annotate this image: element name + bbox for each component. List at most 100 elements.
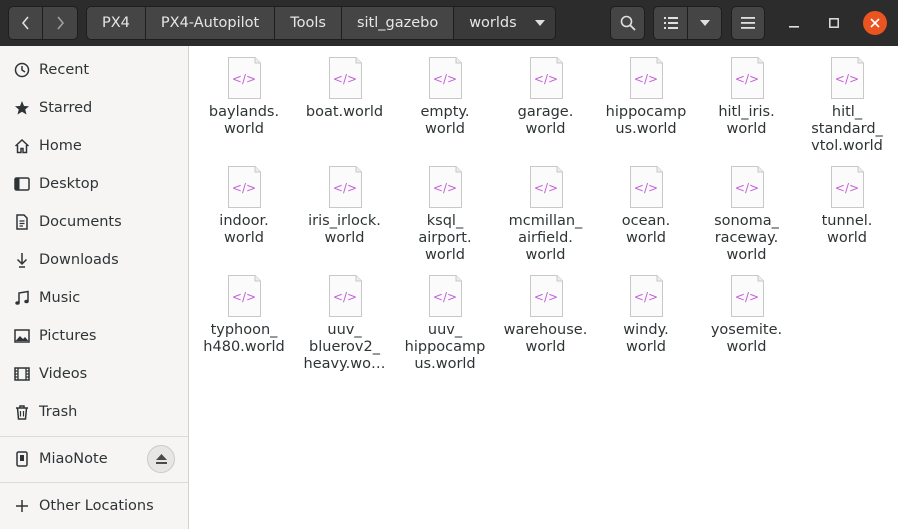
svg-text:</>: </>	[734, 181, 758, 195]
star-icon	[15, 101, 29, 115]
sidebar-item-trash[interactable]: Trash	[0, 393, 188, 431]
minimize-icon	[789, 26, 799, 28]
sidebar-item-downloads[interactable]: Downloads	[0, 241, 188, 279]
xml-file-icon: </>	[630, 57, 663, 99]
sidebar-item-label: Home	[39, 138, 82, 154]
xml-file-icon: </>	[228, 166, 261, 208]
sidebar-item-starred[interactable]: Starred	[0, 89, 188, 127]
sidebar-item-label: Downloads	[39, 252, 119, 268]
file-name: indoor. world	[219, 213, 269, 246]
svg-text:</>: </>	[634, 72, 658, 86]
maximize-button[interactable]	[823, 12, 845, 34]
svg-text:</>: </>	[835, 181, 859, 195]
xml-file-icon: </>	[630, 166, 663, 208]
svg-text:</>: </>	[533, 181, 557, 195]
xml-file-icon: </>	[429, 57, 462, 99]
sidebar-item-label: Starred	[39, 100, 93, 116]
caret-down-icon	[699, 20, 710, 26]
sidebar-item-label: Music	[39, 290, 81, 306]
file-name: uuv_ hippocamp us.world	[404, 322, 486, 372]
breadcrumb-px4-autopilot[interactable]: PX4-Autopilot	[145, 6, 276, 40]
file-name: garage. world	[517, 104, 574, 137]
file-name: hippocamp us.world	[605, 104, 687, 137]
breadcrumb: PX4 PX4-Autopilot Tools sitl_gazebo worl…	[86, 6, 556, 40]
sidebar-item-label: Desktop	[39, 176, 99, 192]
list-view-button[interactable]	[653, 6, 688, 40]
file-name: ocean. world	[621, 213, 671, 246]
search-icon	[620, 15, 636, 31]
eject-button[interactable]	[147, 445, 175, 473]
file-name: ksql_ airport. world	[418, 213, 472, 263]
svg-text:</>: </>	[232, 181, 256, 195]
sidebar-item-pictures[interactable]: Pictures	[0, 317, 188, 355]
svg-text:</>: </>	[232, 290, 256, 304]
sidebar-item-videos[interactable]: Videos	[0, 355, 188, 393]
view-options-button[interactable]	[688, 6, 722, 40]
desktop-icon	[14, 177, 30, 191]
sidebar-separator	[0, 436, 188, 437]
file-name: iris_irlock. world	[308, 213, 381, 246]
file-name: warehouse. world	[503, 322, 588, 355]
xml-file-icon: </>	[630, 275, 663, 317]
file-name: sonoma_ raceway. world	[714, 213, 779, 263]
sidebar-item-label: Pictures	[39, 328, 97, 344]
xml-file-icon: </>	[429, 275, 462, 317]
video-icon	[14, 367, 30, 381]
breadcrumb-tools[interactable]: Tools	[275, 6, 342, 40]
usb-drive-icon	[16, 451, 28, 467]
sidebar-item-recent[interactable]: Recent	[0, 51, 188, 89]
sidebar-item-desktop[interactable]: Desktop	[0, 165, 188, 203]
eject-icon	[155, 454, 167, 464]
sidebar-item-music[interactable]: Music	[0, 279, 188, 317]
svg-text:</>: </>	[433, 290, 457, 304]
music-icon	[15, 290, 29, 305]
sidebar-item-home[interactable]: Home	[0, 127, 188, 165]
search-button[interactable]	[610, 6, 645, 40]
file-name: empty. world	[420, 104, 470, 137]
xml-file-icon: </>	[529, 166, 563, 208]
breadcrumb-current-label: worlds	[469, 15, 517, 31]
svg-text:</>: </>	[332, 290, 356, 304]
xml-file-icon: </>	[228, 275, 261, 317]
maximize-icon	[829, 18, 839, 28]
sidebar-item-label: Trash	[39, 404, 78, 420]
xml-file-icon: </>	[730, 57, 764, 99]
file-name: yosemite. world	[710, 322, 783, 355]
svg-text:</>: </>	[433, 181, 457, 195]
plus-icon	[16, 500, 28, 512]
xml-file-icon: </>	[228, 57, 261, 99]
back-button[interactable]	[8, 6, 43, 40]
xml-file-icon: </>	[328, 166, 362, 208]
header-bar: PX4 PX4-Autopilot Tools sitl_gazebo worl…	[0, 0, 898, 46]
xml-file-icon: </>	[328, 275, 362, 317]
file-name: baylands. world	[208, 104, 280, 137]
sidebar-item-documents[interactable]: Documents	[0, 203, 188, 241]
file-name: hitl_iris. world	[718, 104, 775, 137]
picture-icon	[14, 329, 30, 343]
breadcrumb-worlds[interactable]: worlds	[454, 6, 556, 40]
svg-text:</>: </>	[835, 72, 859, 86]
breadcrumb-px4[interactable]: PX4	[86, 6, 146, 40]
svg-text:</>: </>	[734, 290, 758, 304]
main-menu-button[interactable]	[731, 6, 765, 40]
sidebar-item-label: Documents	[39, 214, 122, 230]
svg-text:</>: </>	[734, 72, 758, 86]
svg-text:</>: </>	[232, 72, 256, 86]
file-name: tunnel. world	[821, 213, 873, 246]
sidebar-item-label: Recent	[39, 62, 90, 78]
xml-file-icon: </>	[328, 57, 362, 99]
breadcrumb-sitl-gazebo[interactable]: sitl_gazebo	[341, 6, 455, 40]
svg-text:</>: </>	[634, 181, 658, 195]
hamburger-menu-icon	[741, 17, 755, 29]
sidebar-item-label: Other Locations	[39, 498, 154, 514]
xml-file-icon: </>	[529, 275, 563, 317]
xml-file-icon: </>	[831, 166, 864, 208]
close-button[interactable]	[863, 11, 887, 35]
file-name: typhoon_ h480.world	[203, 322, 285, 355]
caret-down-icon[interactable]	[534, 20, 545, 26]
minimize-button[interactable]	[783, 12, 805, 34]
forward-button[interactable]	[43, 6, 78, 40]
xml-file-icon: </>	[831, 57, 864, 99]
sidebar-item-other-locations[interactable]: Other Locations	[0, 487, 188, 525]
clock-icon	[14, 62, 30, 78]
